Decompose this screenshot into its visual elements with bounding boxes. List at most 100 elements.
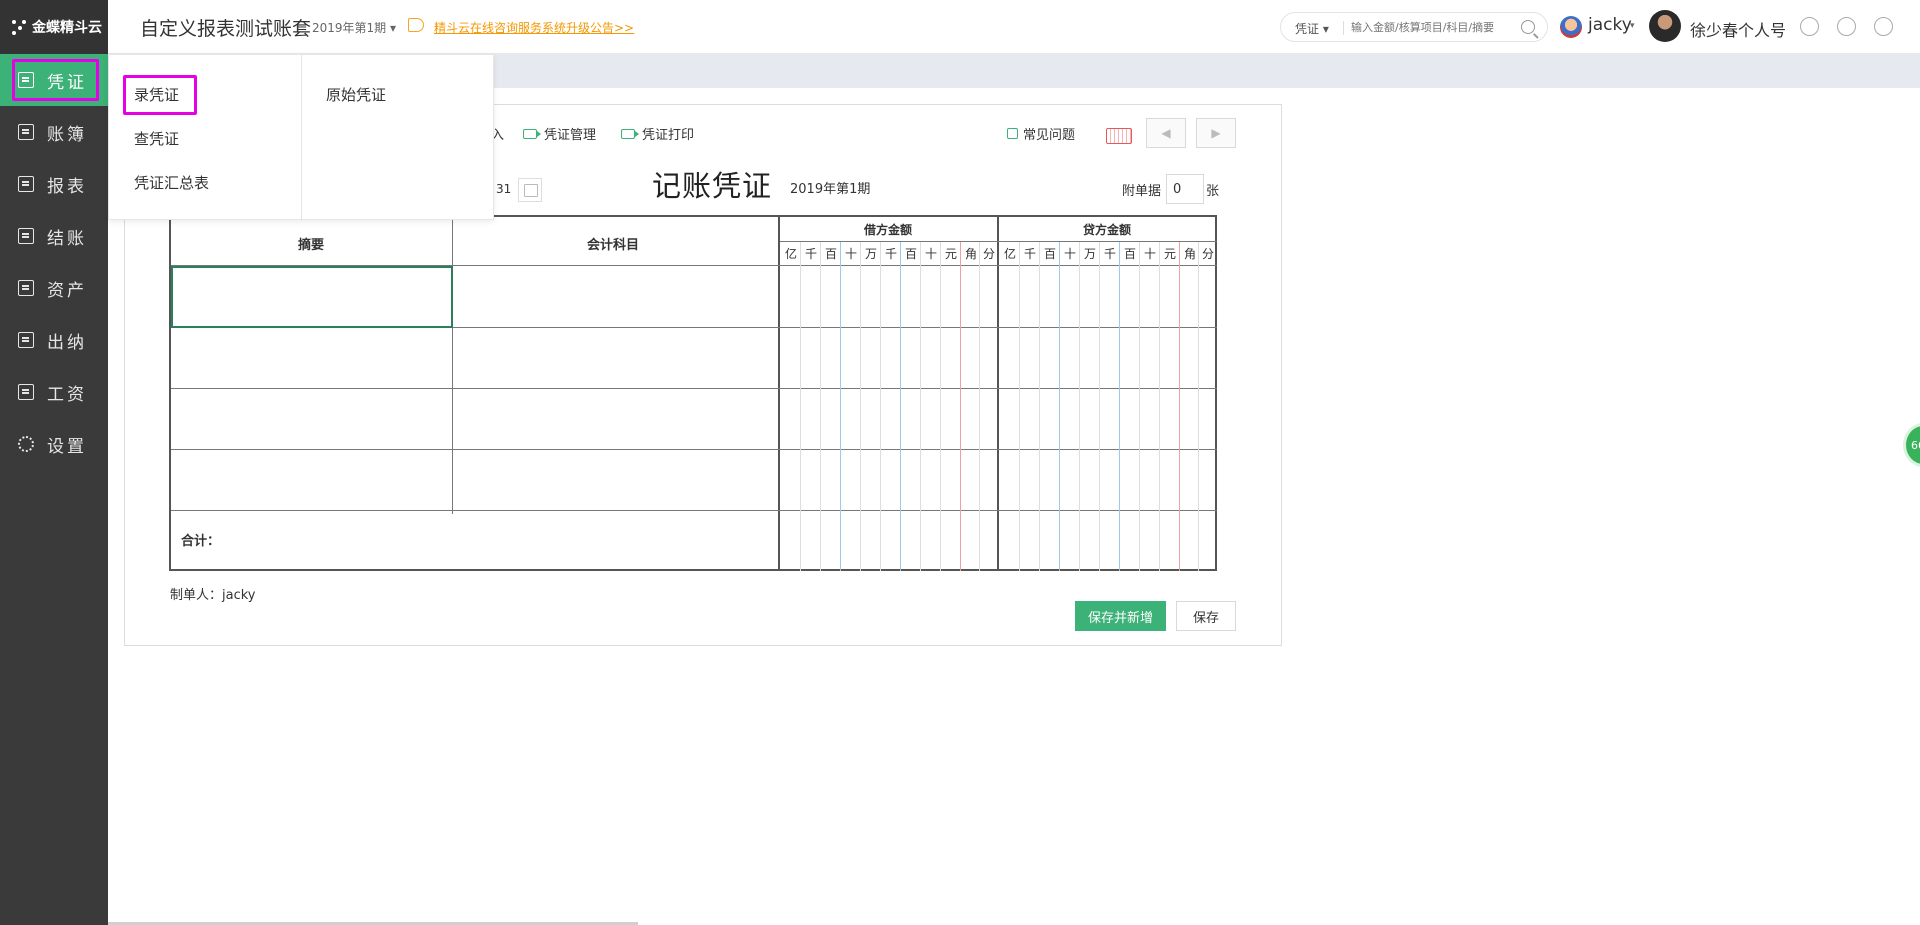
faq-link[interactable]: 常见问题 [1007,124,1075,143]
period-label: 2019年第1期 [312,21,387,35]
search-icon[interactable] [1521,20,1535,34]
credit-unit: 万 [1083,247,1096,261]
sidebar-item-settings[interactable]: 设置 [0,418,108,470]
back-arrow-icon[interactable] [1874,17,1893,36]
voucher-maker: 制单人：jacky [170,588,256,603]
asset-icon [18,280,34,296]
voucher-print-button[interactable]: 凭证打印 [621,124,694,143]
user-name[interactable]: jacky [1588,15,1632,35]
sidebar: 金蝶精斗云 凭证 账簿 报表 结账 资产 出纳 工资 设置 [0,0,108,925]
sidebar-item-checkout[interactable]: 结账 [0,210,108,262]
sidebar-item-asset[interactable]: 资产 [0,262,108,314]
sidebar-item-ledger[interactable]: 账簿 [0,106,108,158]
debit-unit: 十 [844,247,857,261]
credit-unit: 十 [1143,247,1156,261]
save-and-new-button[interactable]: 保存并新增 [1075,601,1166,631]
digit-line [1099,242,1100,571]
credit-unit: 亿 [1003,247,1016,261]
search-divider [1343,21,1344,35]
speaker-icon [408,18,424,32]
sidebar-item-report[interactable]: 报表 [0,158,108,210]
menu-item-original-voucher[interactable]: 原始凭证 [326,84,386,105]
summary-cell-selected[interactable] [171,266,453,328]
column-credit-header: 贷方金额 [1083,223,1132,237]
shirt-icon[interactable] [1837,17,1856,36]
sidebar-highlight-box [12,59,99,101]
checkout-icon [18,228,34,244]
digit-line [979,242,980,571]
voucher-date-value[interactable]: 31 [496,182,511,196]
credit-unit: 千 [1023,247,1036,261]
divider [171,388,1217,389]
save-button[interactable]: 保存 [1176,601,1236,631]
divider [452,217,453,514]
chevron-down-icon[interactable]: ▾ [1630,21,1635,31]
debit-unit: 千 [804,247,817,261]
divider [780,241,1217,242]
sidebar-item-payroll[interactable]: 工资 [0,366,108,418]
divider [171,449,1217,450]
cashier-icon [18,332,34,348]
attachment-count-input[interactable] [1166,174,1204,204]
account-owner-name[interactable]: 徐少春个人号 [1690,17,1786,41]
divider [171,510,1217,511]
digit-line [860,242,861,571]
announcement-link[interactable]: 精斗云在线咨询服务系统升级公告>> [434,19,634,36]
account-title: 自定义报表测试账套 [140,18,312,40]
debit-unit: 千 [884,247,897,261]
search-input[interactable] [1351,18,1519,36]
search-box: 凭证 ▾ [1280,12,1548,42]
help-icon [1007,128,1018,139]
debit-unit: 百 [824,247,837,261]
prev-voucher-button[interactable]: ◀ [1146,118,1186,148]
total-label: 合计： [181,534,221,549]
clock-icon[interactable] [1800,17,1819,36]
digit-line [1039,242,1040,571]
digit-line [1079,242,1080,571]
digit-line [1179,242,1180,571]
digit-line [840,242,841,571]
divider [997,217,999,571]
sidebar-item-label: 资产 [47,280,87,301]
sidebar-item-label: 结账 [47,228,87,249]
ledger-icon [18,124,34,140]
menu-item-query-voucher[interactable]: 查凭证 [134,128,179,149]
credit-unit: 十 [1063,247,1076,261]
faq-label: 常见问题 [1023,128,1076,143]
credit-unit: 元 [1163,247,1176,261]
divider [778,217,780,571]
keyboard-icon[interactable] [1106,128,1132,144]
period-selector[interactable]: 2019年第1期 ▾ [312,19,396,36]
voucher-period: 2019年第1期 [790,182,871,197]
sidebar-item-cashier[interactable]: 出纳 [0,314,108,366]
voucher-manage-label: 凭证管理 [544,128,597,143]
search-type-select[interactable]: 凭证 ▾ [1295,20,1329,37]
digit-line [1119,242,1120,571]
attachment-label: 附单据 [1122,184,1162,199]
digit-line [920,242,921,571]
voucher-table: 摘要 会计科目 借方金额 贷方金额 亿 千 百 十 万 千 百 十 元 角 分 … [169,215,1217,571]
column-debit-header: 借方金额 [864,223,913,237]
voucher-title: 记账凭证 [652,169,773,203]
next-voucher-button[interactable]: ▶ [1196,118,1236,148]
flyout-divider [301,55,302,221]
top-header: 自定义报表测试账套 2019年第1期 ▾ 精斗云在线咨询服务系统升级公告>> 凭… [108,0,1920,54]
voucher-manage-button[interactable]: 凭证管理 [523,124,596,143]
account-owner-avatar[interactable] [1649,10,1681,42]
user-avatar[interactable] [1560,16,1582,38]
app-logo[interactable]: 金蝶精斗云 [0,0,108,54]
menu-item-voucher-summary[interactable]: 凭证汇总表 [134,172,209,193]
digit-line [960,242,961,571]
credit-unit: 百 [1043,247,1056,261]
debit-unit: 百 [904,247,917,261]
digit-line [1159,242,1160,571]
caret-right-icon: ▶ [1211,126,1221,140]
gear-icon [18,436,34,452]
calendar-icon[interactable] [518,178,542,202]
debit-unit: 分 [982,247,995,261]
sidebar-item-label: 账簿 [47,124,87,145]
video-icon [621,128,639,139]
digit-line [940,242,941,571]
debit-unit: 元 [944,247,957,261]
logo-dots-icon [10,18,28,36]
